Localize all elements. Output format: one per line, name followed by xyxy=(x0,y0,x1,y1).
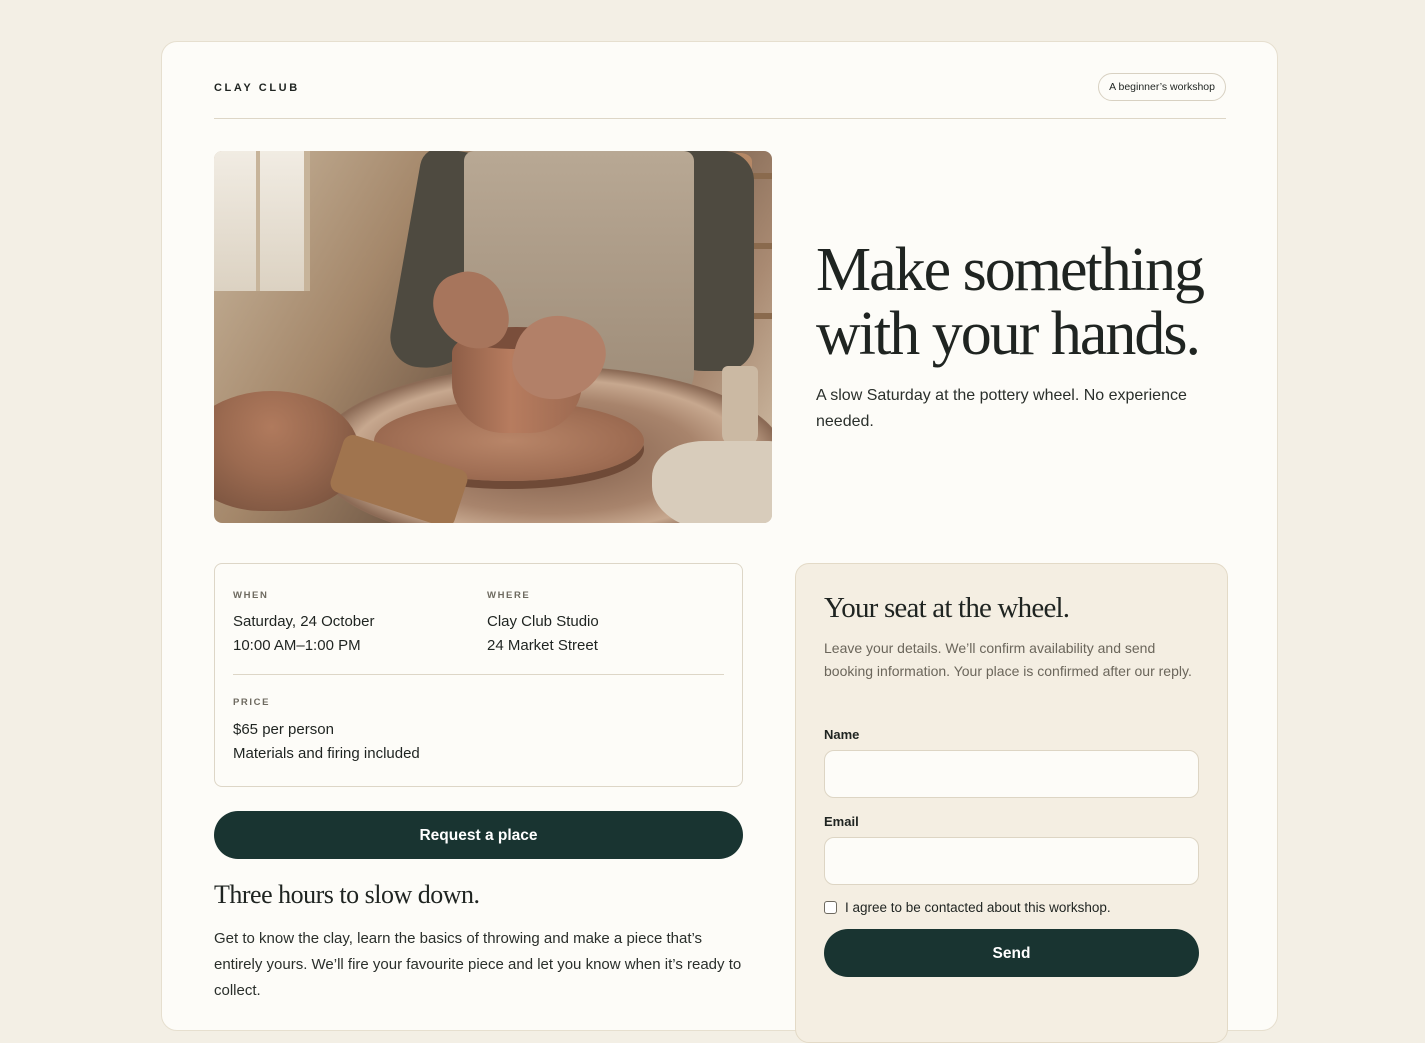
price-label: PRICE xyxy=(233,697,271,708)
hero-title: Make something with your hands. xyxy=(816,236,1205,368)
price-note: Materials and firing included xyxy=(233,745,420,762)
form-description: Leave your details. We’ll confirm availa… xyxy=(824,640,1192,679)
consent-checkbox[interactable] xyxy=(824,901,837,914)
when-label: WHEN xyxy=(233,590,269,601)
event-details: WHEN Saturday, 24 October 10:00 AM–1:00 … xyxy=(214,563,743,787)
header-divider xyxy=(214,118,1226,119)
booking-form: Your seat at the wheel. Leave your detai… xyxy=(795,563,1228,1043)
about-title: Three hours to slow down. xyxy=(214,880,480,909)
when-time: 10:00 AM–1:00 PM xyxy=(233,637,361,654)
name-input[interactable] xyxy=(824,750,1199,798)
where-venue: Clay Club Studio xyxy=(487,613,599,630)
hero-subtitle: A slow Saturday at the pottery wheel. No… xyxy=(816,387,1187,430)
brand-logo[interactable]: CLAY CLUB xyxy=(214,82,300,94)
email-label: Email xyxy=(824,814,859,829)
consent-label[interactable]: I agree to be contacted about this works… xyxy=(845,900,1111,915)
where-label: WHERE xyxy=(487,590,531,601)
details-divider xyxy=(233,674,724,675)
where-address: 24 Market Street xyxy=(487,637,598,654)
request-place-button[interactable]: Request a place xyxy=(214,811,743,859)
page-card: CLAY CLUB A beginner’s workshop Make som… xyxy=(161,41,1278,1043)
about-body: Get to know the clay, learn the basics o… xyxy=(214,930,742,999)
send-button[interactable]: Send xyxy=(824,929,1199,977)
hero-image xyxy=(214,151,772,523)
form-title: Your seat at the wheel. xyxy=(824,592,1070,624)
workshop-badge: A beginner’s workshop xyxy=(1098,73,1226,101)
email-input[interactable] xyxy=(824,837,1199,885)
name-label: Name xyxy=(824,727,860,742)
price-amount: $65 per person xyxy=(233,721,334,738)
when-date: Saturday, 24 October xyxy=(233,613,375,630)
